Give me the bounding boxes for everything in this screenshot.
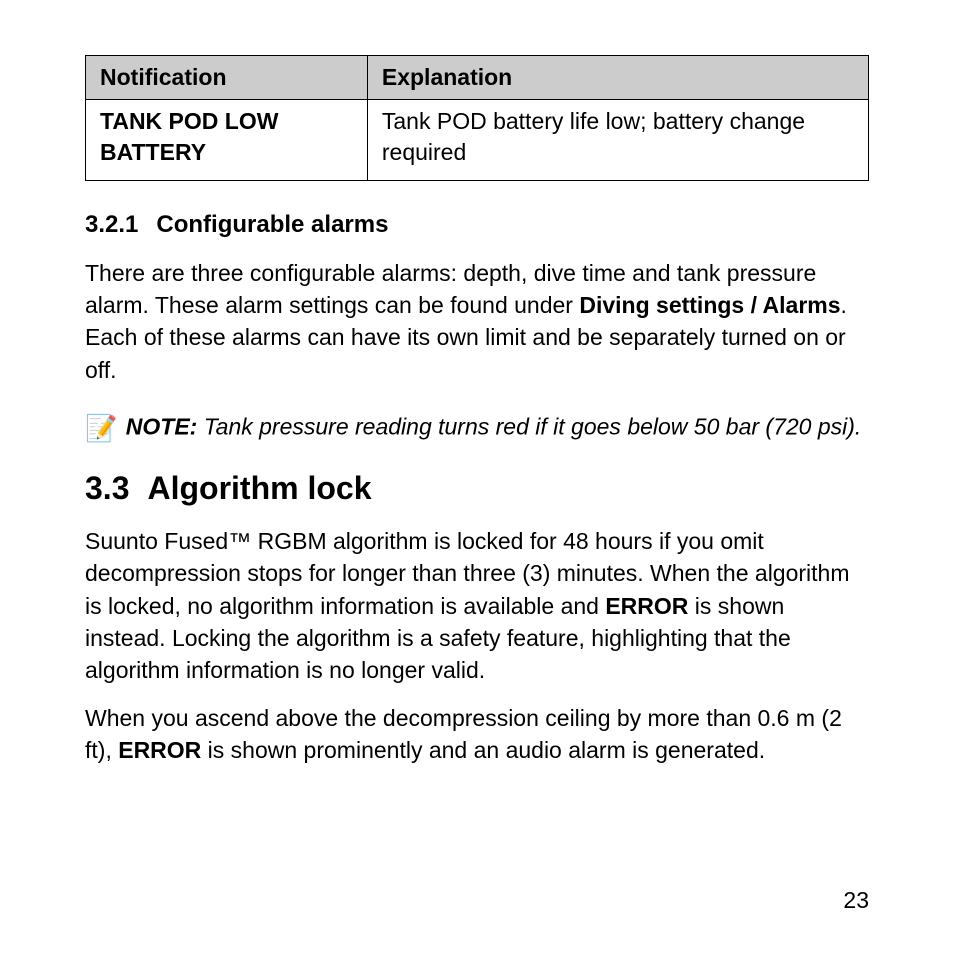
text-fragment: is shown prominently and an audio alarm … xyxy=(201,737,765,763)
algorithm-lock-paragraph-1: Suunto Fused™ RGBM algorithm is locked f… xyxy=(85,525,869,686)
cell-notification: TANK POD LOW BATTERY xyxy=(86,100,368,181)
cell-explanation: Tank POD battery life low; battery chang… xyxy=(367,100,868,181)
document-page: Notification Explanation TANK POD LOW BA… xyxy=(0,0,954,823)
subsection-number: 3.2.1 xyxy=(85,211,138,238)
section-heading: 3.3 Algorithm lock xyxy=(85,470,869,507)
page-number: 23 xyxy=(843,887,869,914)
configurable-alarms-paragraph: There are three configurable alarms: dep… xyxy=(85,257,869,386)
table-header-row: Notification Explanation xyxy=(86,56,869,100)
header-notification: Notification xyxy=(86,56,368,100)
text-bold-setting-path: Diving settings / Alarms xyxy=(579,292,840,318)
note-text: Tank pressure reading turns red if it go… xyxy=(197,413,861,439)
notification-table: Notification Explanation TANK POD LOW BA… xyxy=(85,55,869,181)
note-block: 📝 NOTE: Tank pressure reading turns red … xyxy=(85,410,869,446)
text-bold-error: ERROR xyxy=(118,737,201,763)
table-row: TANK POD LOW BATTERY Tank POD battery li… xyxy=(86,100,869,181)
header-explanation: Explanation xyxy=(367,56,868,100)
section-number: 3.3 xyxy=(85,470,129,506)
subsection-heading: 3.2.1 Configurable alarms xyxy=(85,211,869,239)
subsection-title: Configurable alarms xyxy=(156,211,388,238)
note-icon: 📝 xyxy=(85,413,117,443)
note-label: NOTE: xyxy=(126,413,198,439)
algorithm-lock-paragraph-2: When you ascend above the decompression … xyxy=(85,702,869,766)
section-title: Algorithm lock xyxy=(147,470,371,506)
text-bold-error: ERROR xyxy=(605,593,688,619)
